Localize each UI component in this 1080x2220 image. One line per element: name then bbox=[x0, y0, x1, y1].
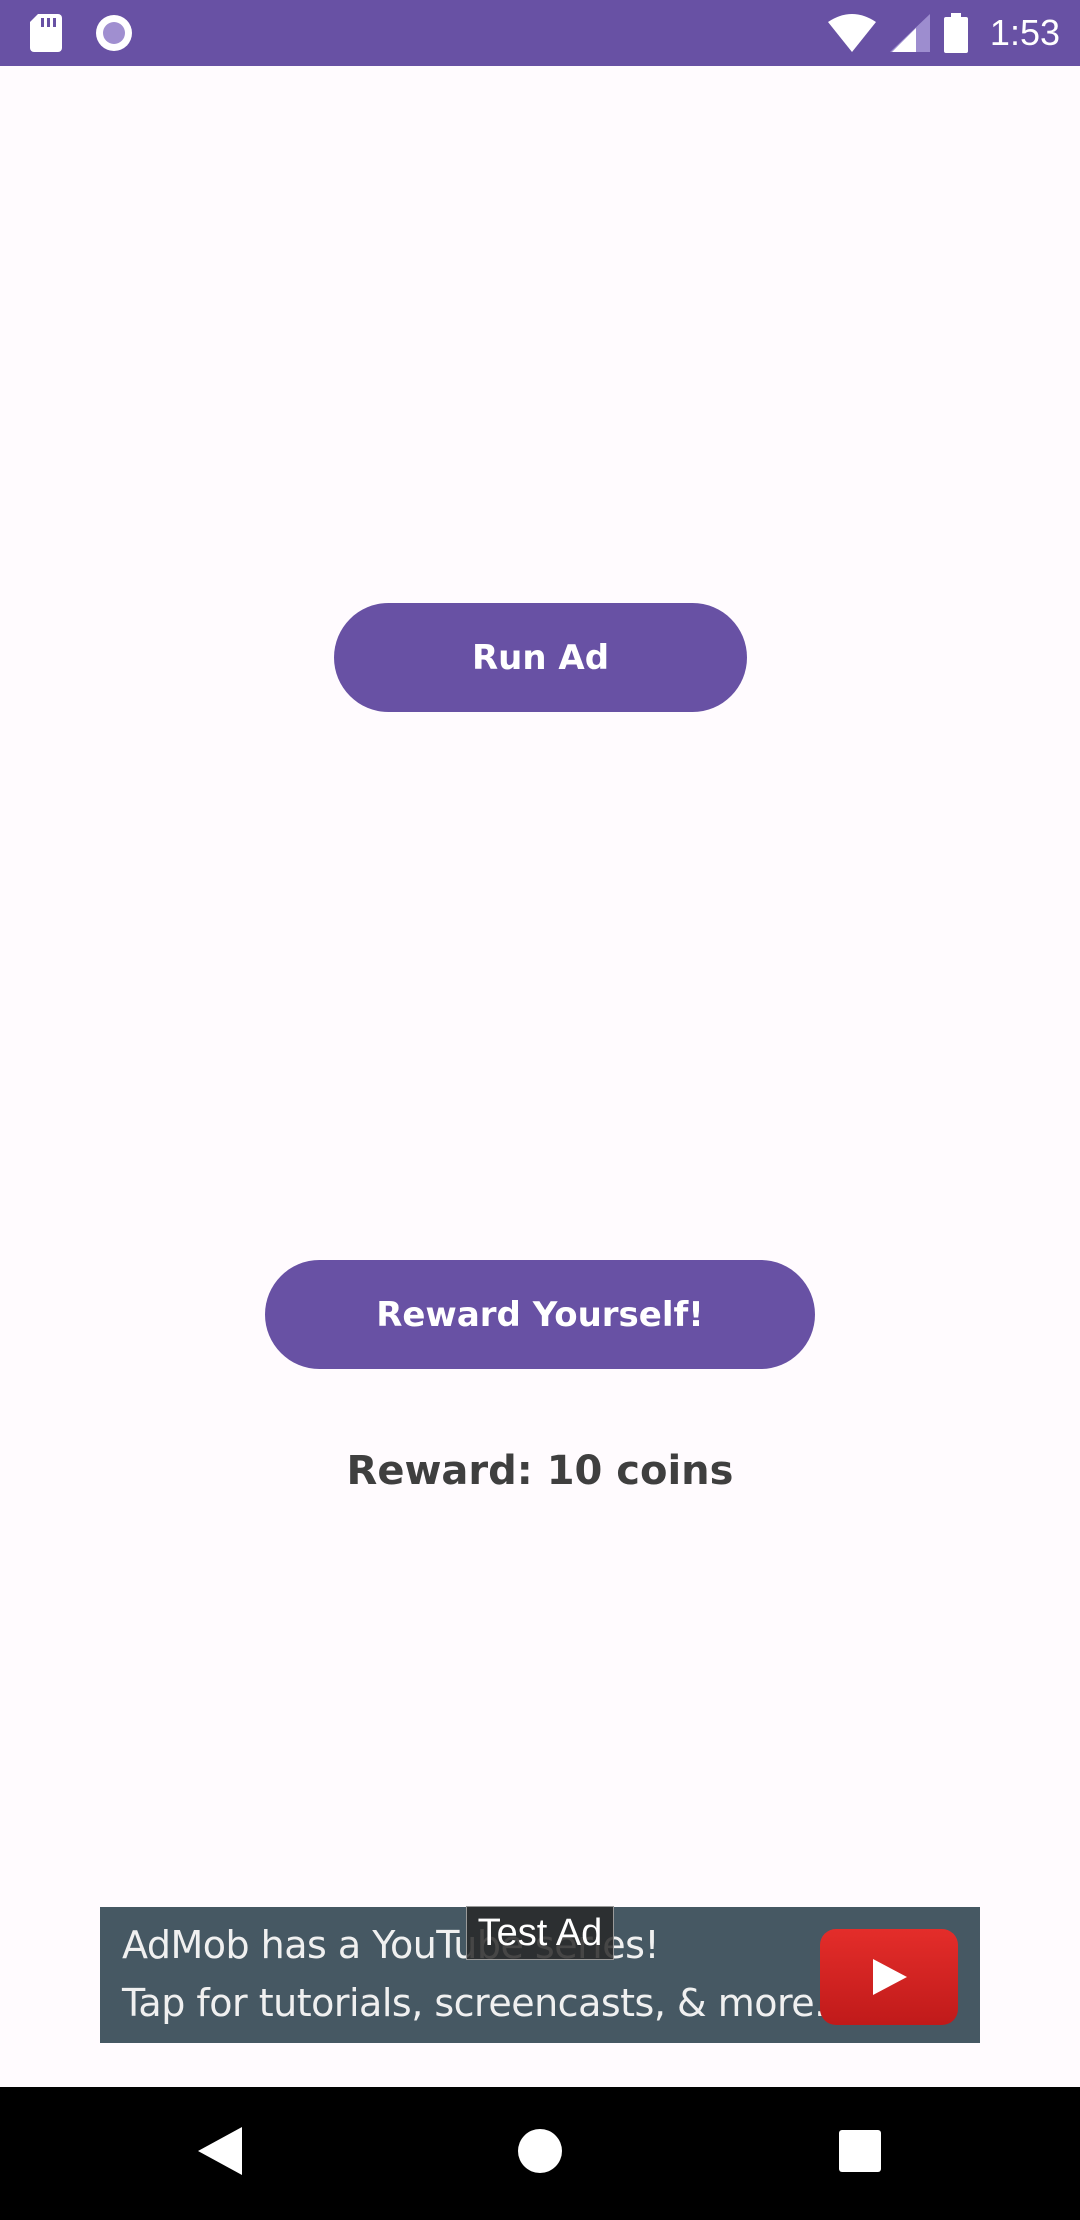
home-button[interactable] bbox=[470, 2087, 610, 2220]
sd-card-icon bbox=[30, 14, 62, 52]
recents-button[interactable] bbox=[790, 2087, 930, 2220]
home-icon bbox=[517, 2128, 563, 2179]
reward-text: Reward: 10 coins bbox=[346, 1448, 734, 1494]
recents-icon bbox=[839, 2130, 881, 2177]
youtube-play-icon bbox=[820, 1929, 958, 2025]
battery-icon bbox=[943, 13, 968, 53]
ad-subline: Tap for tutorials, screencasts, & more. bbox=[122, 1981, 826, 2025]
test-ad-label: Test Ad bbox=[466, 1906, 614, 1960]
run-ad-button[interactable]: Run Ad bbox=[334, 603, 747, 712]
status-left-icons bbox=[30, 0, 134, 66]
status-right-icons: 1:53 bbox=[827, 0, 1060, 66]
reward-yourself-button[interactable]: Reward Yourself! bbox=[265, 1260, 815, 1369]
status-bar: 1:53 bbox=[0, 0, 1080, 66]
signal-icon bbox=[889, 14, 930, 52]
wifi-icon bbox=[827, 14, 876, 52]
back-icon bbox=[198, 2127, 242, 2180]
status-time: 1:53 bbox=[989, 12, 1060, 53]
back-button[interactable] bbox=[150, 2087, 290, 2220]
media-record-icon bbox=[94, 13, 134, 53]
navigation-bar bbox=[0, 2087, 1080, 2220]
